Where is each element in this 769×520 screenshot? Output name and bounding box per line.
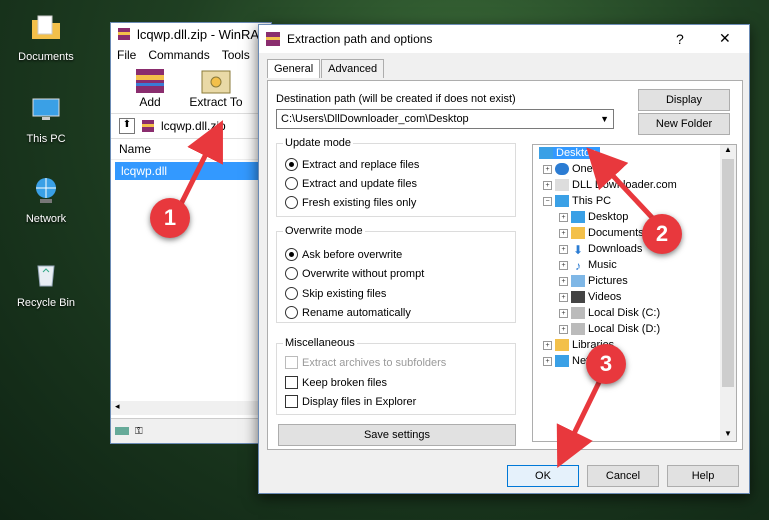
arrow-3 xyxy=(556,370,607,468)
step-badge-1: 1 xyxy=(150,198,190,238)
step-badge-3: 3 xyxy=(586,344,626,384)
arrow-1 xyxy=(175,120,223,212)
step-badge-2: 2 xyxy=(642,214,682,254)
annotation-arrows xyxy=(175,120,662,468)
